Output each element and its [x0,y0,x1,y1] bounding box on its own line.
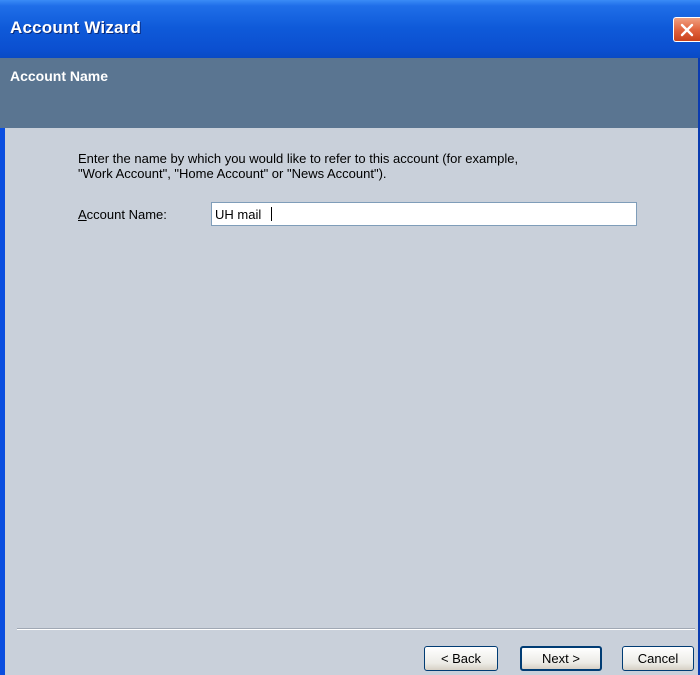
page-title: Account Name [10,68,109,84]
account-name-input[interactable] [211,202,637,226]
intro-line-2: "Work Account", "Home Account" or "News … [78,166,387,181]
intro-line-1: Enter the name by which you would like t… [78,151,519,166]
wizard-header: Account Name [0,58,700,128]
account-name-label-accelerator: A [78,207,87,222]
window-title: Account Wizard [10,18,142,37]
back-button[interactable]: < Back [424,646,498,671]
title-bar[interactable]: Account Wizard [0,0,700,58]
account-wizard-window: Account Wizard Account Name Enter the na… [0,0,700,675]
text-caret [271,207,272,221]
account-name-label-text: ccount Name: [86,207,167,222]
cancel-button[interactable]: Cancel [622,646,694,671]
button-divider [17,628,695,630]
wizard-body: Enter the name by which you would like t… [5,128,700,675]
next-button[interactable]: Next > [520,646,602,671]
account-name-label: Account Name: [78,207,167,222]
close-icon [680,23,694,37]
close-button[interactable] [673,17,700,42]
intro-text: Enter the name by which you would like t… [78,151,638,181]
